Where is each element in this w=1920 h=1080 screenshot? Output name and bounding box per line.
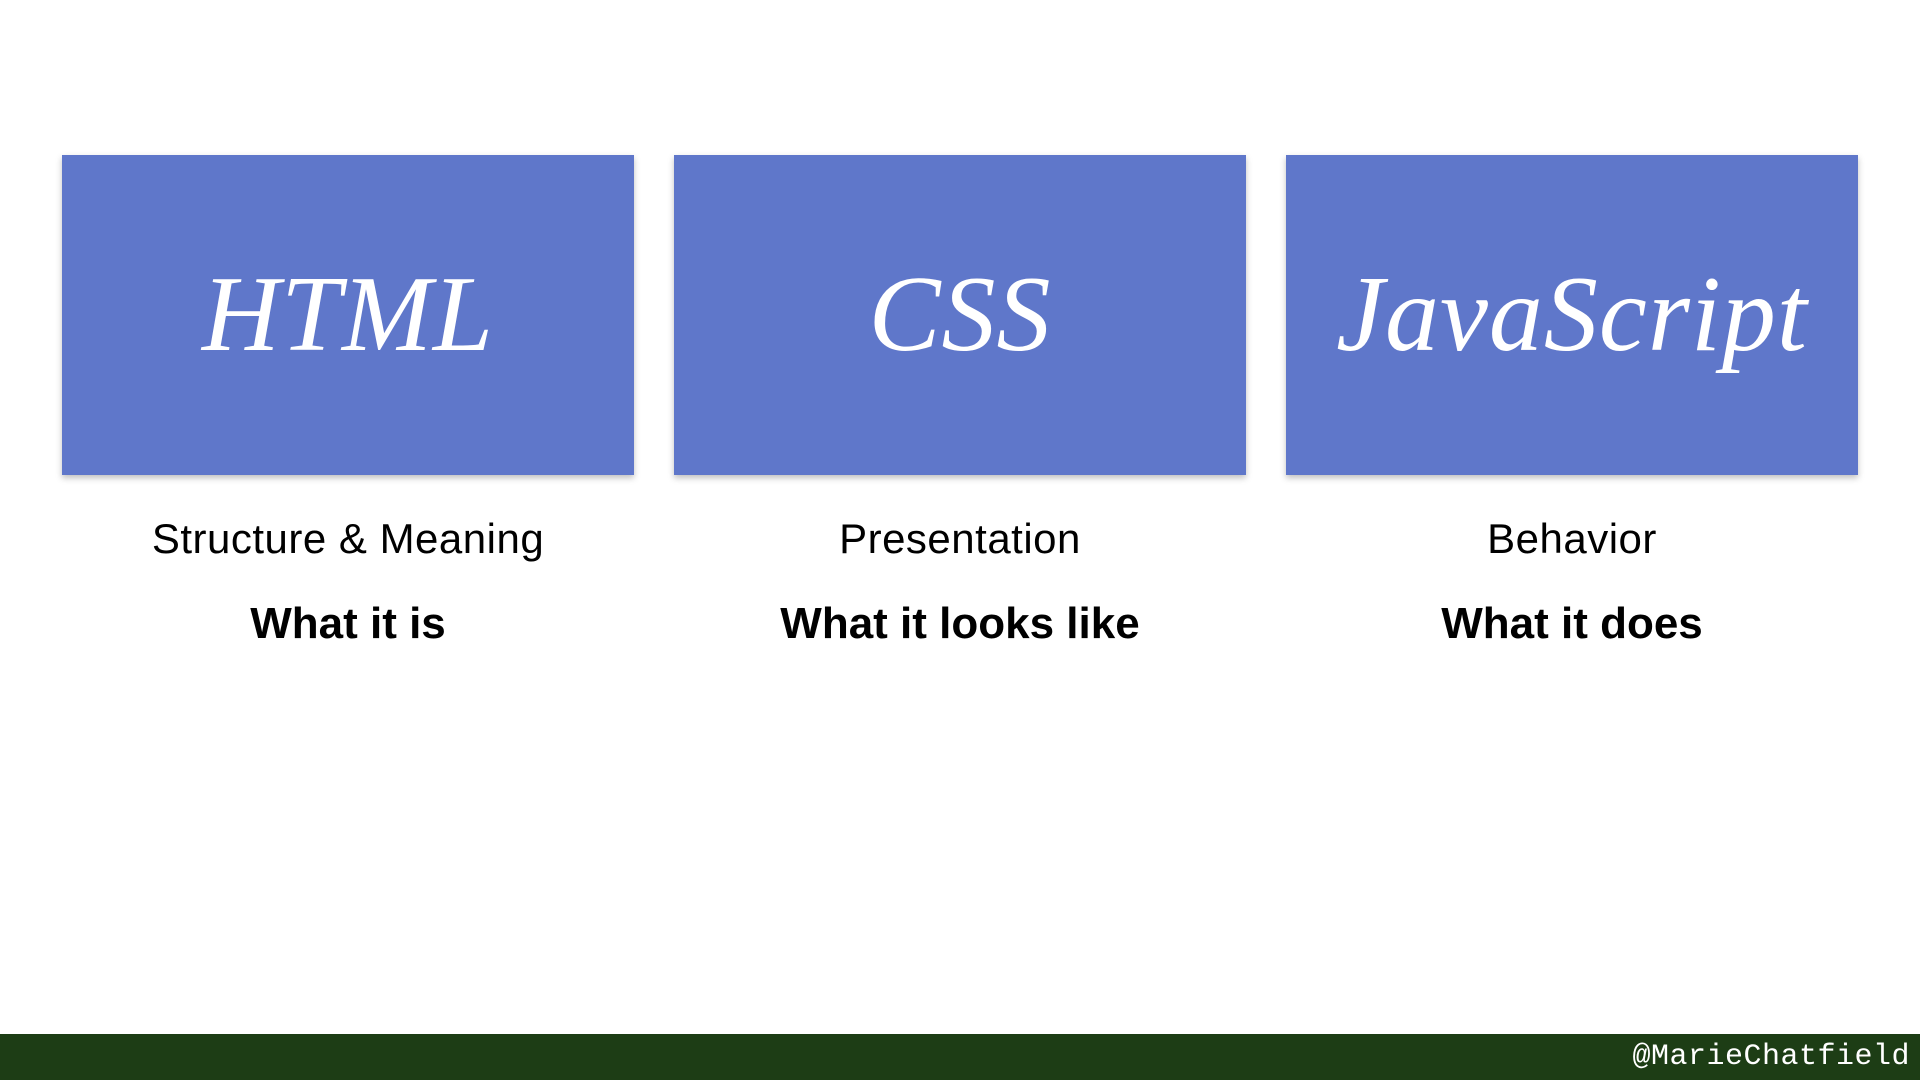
column-javascript: JavaScript Behavior What it does <box>1286 155 1858 649</box>
subtitle-html: Structure & Meaning <box>152 515 544 563</box>
card-html: HTML <box>62 155 634 475</box>
card-title-html: HTML <box>202 253 494 377</box>
footer-handle: @MarieChatfield <box>1632 1040 1910 1074</box>
column-html: HTML Structure & Meaning What it is <box>62 155 634 649</box>
slide-content: HTML Structure & Meaning What it is CSS … <box>0 0 1920 649</box>
card-css: CSS <box>674 155 1246 475</box>
column-css: CSS Presentation What it looks like <box>674 155 1246 649</box>
tagline-css: What it looks like <box>780 599 1139 649</box>
card-javascript: JavaScript <box>1286 155 1858 475</box>
subtitle-javascript: Behavior <box>1487 515 1657 563</box>
card-title-javascript: JavaScript <box>1336 253 1808 377</box>
tagline-html: What it is <box>250 599 446 649</box>
card-title-css: CSS <box>868 253 1051 377</box>
tagline-javascript: What it does <box>1441 599 1703 649</box>
footer-bar: @MarieChatfield <box>0 1034 1920 1080</box>
subtitle-css: Presentation <box>839 515 1081 563</box>
